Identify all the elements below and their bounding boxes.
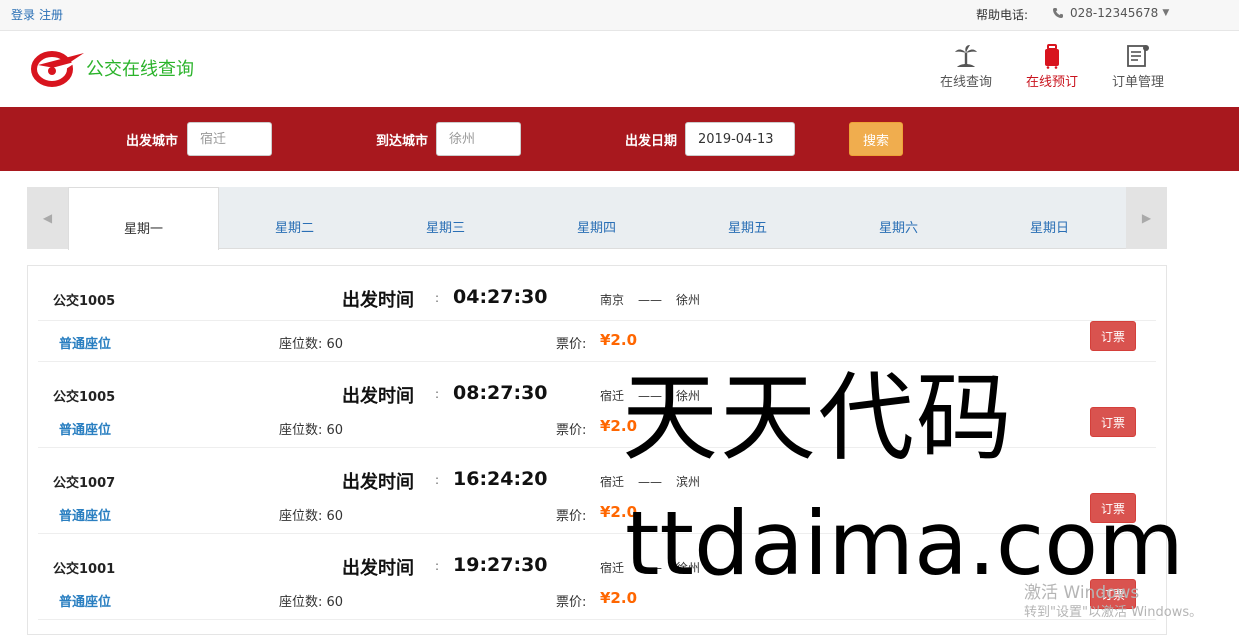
- nav-order-management-label: 订单管理: [1111, 75, 1164, 90]
- bus-number: 公交1007: [53, 476, 116, 491]
- prev-week-icon[interactable]: ◀: [27, 187, 68, 249]
- route-dash: ——: [638, 475, 663, 489]
- top-bar: 登录 注册 帮助电话: 028-12345678 ▼: [0, 0, 1239, 31]
- route: 宿迁 —— 滨州: [600, 473, 700, 490]
- nav-online-booking-label: 在线预订: [1025, 75, 1078, 90]
- seat-count: 座位数: 60: [279, 509, 344, 524]
- nav-order-management[interactable]: 订单管理: [1103, 43, 1173, 90]
- route-from: 宿迁: [600, 389, 625, 403]
- search-button[interactable]: 搜索: [849, 122, 903, 156]
- colon-separator: :: [435, 291, 440, 305]
- bus-number: 公交1001: [53, 562, 116, 577]
- route: 南京 —— 徐州: [600, 291, 700, 308]
- tab-tuesday[interactable]: 星期二: [219, 187, 370, 249]
- brand-name: 公交在线查询: [86, 59, 194, 80]
- price-label: 票价:: [556, 595, 587, 610]
- watermark-chinese: 天天代码: [622, 362, 1014, 474]
- tab-monday[interactable]: 星期一: [68, 187, 219, 250]
- from-city-label: 出发城市: [126, 134, 179, 149]
- schedule-row: 公交1005 出发时间 : 04:27:30 南京 —— 徐州: [38, 266, 1156, 321]
- route-to: 徐州: [676, 293, 701, 307]
- route-from: 宿迁: [600, 561, 625, 575]
- auth-links: 登录 注册: [11, 6, 67, 23]
- seat-type: 普通座位: [59, 423, 112, 438]
- route-dash: ——: [638, 293, 663, 307]
- departure-time-label: 出发时间: [342, 386, 414, 407]
- login-link[interactable]: 登录: [11, 8, 35, 22]
- seat-type: 普通座位: [59, 595, 112, 610]
- departure-time-label: 出发时间: [342, 472, 414, 493]
- windows-activation-subtitle: 转到"设置"以激活 Windows。: [1024, 605, 1203, 620]
- phone-number: 028-12345678: [1070, 6, 1159, 20]
- phone-dropdown[interactable]: 028-12345678 ▼: [1052, 6, 1169, 20]
- from-city-input[interactable]: [187, 122, 272, 156]
- departure-time-label: 出发时间: [342, 558, 414, 579]
- seat-count: 座位数: 60: [279, 337, 344, 352]
- order-list-icon: [1127, 45, 1149, 67]
- help-label: 帮助电话:: [976, 8, 1029, 22]
- colon-separator: :: [435, 473, 440, 487]
- tab-wednesday[interactable]: 星期三: [370, 187, 521, 249]
- nav-online-query-label: 在线查询: [939, 75, 992, 90]
- departure-time: 08:27:30: [453, 382, 548, 404]
- to-city-input[interactable]: [436, 122, 521, 156]
- departure-time: 04:27:30: [453, 286, 548, 308]
- route-from: 南京: [600, 293, 625, 307]
- tab-thursday[interactable]: 星期四: [521, 187, 672, 249]
- watermark-url: ttdaima.com: [625, 492, 1184, 595]
- route-from: 宿迁: [600, 475, 625, 489]
- nav-online-booking[interactable]: 在线预订: [1017, 43, 1087, 90]
- book-ticket-button[interactable]: 订票: [1090, 407, 1136, 437]
- bus-number: 公交1005: [53, 390, 116, 405]
- departure-time: 16:24:20: [453, 468, 548, 490]
- nav-online-query[interactable]: 在线查询: [931, 43, 1001, 90]
- seat-type: 普通座位: [59, 337, 112, 352]
- price-label: 票价:: [556, 337, 587, 352]
- departure-time: 19:27:30: [453, 554, 548, 576]
- departure-date-input[interactable]: [685, 122, 795, 156]
- tab-friday[interactable]: 星期五: [672, 187, 823, 249]
- brand-logo-icon[interactable]: [30, 47, 86, 87]
- seat-type: 普通座位: [59, 509, 112, 524]
- price-label: 票价:: [556, 423, 587, 438]
- luggage-icon: [1045, 44, 1059, 69]
- phone-icon: [1053, 8, 1063, 18]
- seat-row: 普通座位 座位数: 60 票价: ¥2.0 订票: [38, 321, 1156, 362]
- register-link[interactable]: 注册: [39, 8, 63, 22]
- tab-saturday[interactable]: 星期六: [823, 187, 974, 249]
- colon-separator: :: [435, 559, 440, 573]
- search-bar: 出发城市 到达城市 出发日期 搜索: [0, 107, 1239, 171]
- to-city-label: 到达城市: [376, 134, 429, 149]
- route-to: 滨州: [676, 475, 701, 489]
- ticket-price: ¥2.0: [600, 331, 638, 349]
- site-header: 公交在线查询 在线查询 在线预订 订单管理: [0, 31, 1239, 107]
- weekday-tabs: ◀ 星期一 星期二 星期三 星期四 星期五 星期六 星期日 ▶: [27, 187, 1167, 250]
- seat-count: 座位数: 60: [279, 595, 344, 610]
- colon-separator: :: [435, 387, 440, 401]
- book-ticket-button[interactable]: 订票: [1090, 321, 1136, 351]
- price-label: 票价:: [556, 509, 587, 524]
- tab-sunday[interactable]: 星期日: [974, 187, 1125, 249]
- bus-number: 公交1005: [53, 294, 116, 309]
- next-week-icon[interactable]: ▶: [1126, 187, 1167, 249]
- departure-time-label: 出发时间: [342, 290, 414, 311]
- departure-date-label: 出发日期: [625, 134, 678, 149]
- seat-count: 座位数: 60: [279, 423, 344, 438]
- chevron-down-icon: ▼: [1162, 8, 1170, 18]
- palm-tree-icon: [955, 45, 977, 67]
